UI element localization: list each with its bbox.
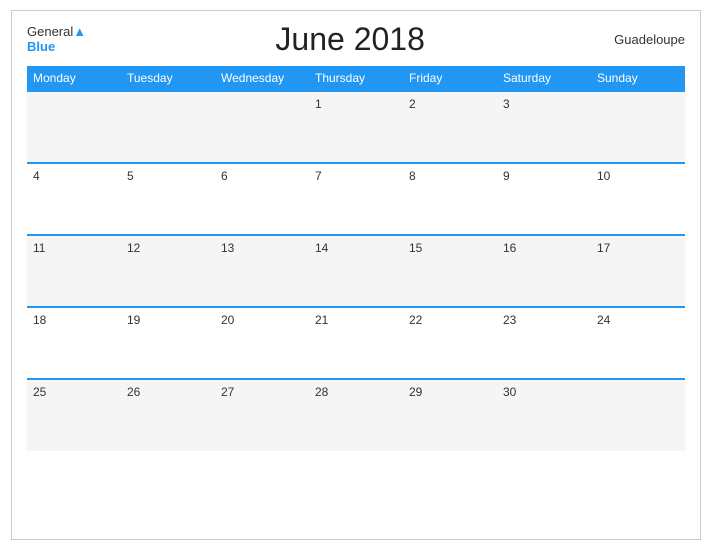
logo-blue: Blue [27, 39, 55, 54]
day-number: 1 [315, 97, 322, 111]
calendar-day: 20 [215, 307, 309, 379]
calendar-day [121, 91, 215, 163]
calendar-day: 27 [215, 379, 309, 451]
logo: General▲ Blue [27, 25, 86, 54]
day-number: 11 [33, 241, 45, 255]
calendar-container: General▲ Blue June 2018 Guadeloupe Monda… [11, 10, 701, 540]
day-number: 2 [409, 97, 416, 111]
day-number: 22 [409, 313, 422, 327]
day-number: 4 [33, 169, 40, 183]
day-number: 8 [409, 169, 416, 183]
week-row-0: 1 2 3 [27, 91, 685, 163]
calendar-body: 1234567891011121314151617181920212223242… [27, 91, 685, 451]
weekday-header-wednesday: Wednesday [215, 66, 309, 91]
logo-text: General▲ Blue [27, 25, 86, 54]
calendar-day: 21 [309, 307, 403, 379]
calendar-day: 13 [215, 235, 309, 307]
weekday-header-sunday: Sunday [591, 66, 685, 91]
day-number: 23 [503, 313, 516, 327]
day-number: 25 [33, 385, 46, 399]
calendar-day: 22 [403, 307, 497, 379]
week-row-2: 11 12 13 14 15 16 17 [27, 235, 685, 307]
calendar-day: 28 [309, 379, 403, 451]
weekday-header-thursday: Thursday [309, 66, 403, 91]
weekday-header-saturday: Saturday [497, 66, 591, 91]
weekday-header-friday: Friday [403, 66, 497, 91]
day-number: 27 [221, 385, 234, 399]
calendar-day: 8 [403, 163, 497, 235]
day-number: 28 [315, 385, 328, 399]
week-row-4: 25 26 27 28 29 30 [27, 379, 685, 451]
day-number: 7 [315, 169, 322, 183]
calendar-day: 15 [403, 235, 497, 307]
calendar-day [27, 91, 121, 163]
logo-triangle-icon: ▲ [73, 24, 86, 39]
calendar-day: 30 [497, 379, 591, 451]
calendar-day [591, 379, 685, 451]
day-number: 18 [33, 313, 46, 327]
calendar-day: 14 [309, 235, 403, 307]
day-number: 13 [221, 241, 234, 255]
calendar-day: 17 [591, 235, 685, 307]
day-number: 10 [597, 169, 610, 183]
calendar-day: 24 [591, 307, 685, 379]
calendar-title: June 2018 [275, 21, 424, 58]
calendar-day: 5 [121, 163, 215, 235]
calendar-day: 12 [121, 235, 215, 307]
day-number: 24 [597, 313, 610, 327]
day-number: 30 [503, 385, 516, 399]
calendar-day: 10 [591, 163, 685, 235]
calendar-header: General▲ Blue June 2018 Guadeloupe [27, 21, 685, 58]
day-number: 29 [409, 385, 422, 399]
calendar-day: 16 [497, 235, 591, 307]
weekday-row: MondayTuesdayWednesdayThursdayFridaySatu… [27, 66, 685, 91]
day-number: 19 [127, 313, 140, 327]
calendar-day [215, 91, 309, 163]
day-number: 16 [503, 241, 516, 255]
week-row-3: 18 19 20 21 22 23 24 [27, 307, 685, 379]
calendar-region: Guadeloupe [614, 32, 685, 47]
day-number: 17 [597, 241, 610, 255]
weekday-header-monday: Monday [27, 66, 121, 91]
day-number: 20 [221, 313, 234, 327]
day-number: 12 [127, 241, 140, 255]
day-number: 5 [127, 169, 134, 183]
day-number: 15 [409, 241, 422, 255]
calendar-day: 4 [27, 163, 121, 235]
day-number: 3 [503, 97, 510, 111]
calendar-day: 26 [121, 379, 215, 451]
calendar-day: 1 [309, 91, 403, 163]
calendar-day: 3 [497, 91, 591, 163]
day-number: 9 [503, 169, 510, 183]
day-number: 21 [315, 313, 328, 327]
calendar-day: 18 [27, 307, 121, 379]
calendar-day [591, 91, 685, 163]
day-number: 6 [221, 169, 228, 183]
calendar-day: 2 [403, 91, 497, 163]
calendar-weekday-header: MondayTuesdayWednesdayThursdayFridaySatu… [27, 66, 685, 91]
calendar-day: 9 [497, 163, 591, 235]
week-row-1: 4 5 6 7 8 9 10 [27, 163, 685, 235]
calendar-day: 19 [121, 307, 215, 379]
calendar-day: 7 [309, 163, 403, 235]
calendar-day: 23 [497, 307, 591, 379]
calendar-day: 6 [215, 163, 309, 235]
calendar-day: 11 [27, 235, 121, 307]
day-number: 26 [127, 385, 140, 399]
calendar-grid: MondayTuesdayWednesdayThursdayFridaySatu… [27, 66, 685, 451]
day-number: 14 [315, 241, 328, 255]
calendar-day: 29 [403, 379, 497, 451]
calendar-day: 25 [27, 379, 121, 451]
weekday-header-tuesday: Tuesday [121, 66, 215, 91]
